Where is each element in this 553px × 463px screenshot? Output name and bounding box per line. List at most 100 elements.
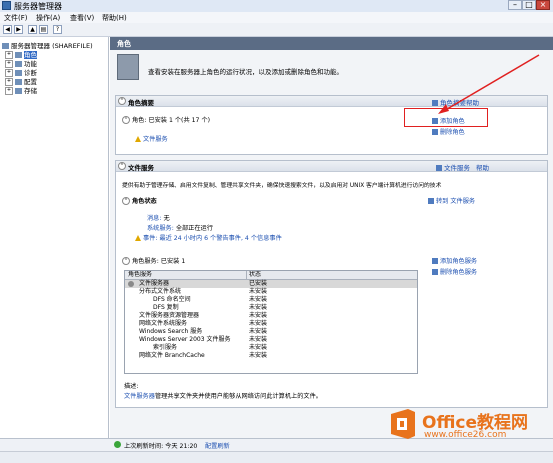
bottom-strip [0, 451, 553, 463]
expand-icon[interactable]: + [5, 87, 13, 95]
warning-icon [135, 136, 141, 142]
file-services-header[interactable]: ⌃ 文件服务 文件服务 帮助 [116, 161, 547, 172]
refresh-icon [114, 441, 121, 448]
roles-large-icon [117, 54, 139, 80]
table-row[interactable]: 分布式文件系统 未安装 [125, 288, 417, 296]
table-row[interactable]: 索引服务 未安装 [125, 344, 417, 352]
file-services-title: 文件服务 [128, 164, 154, 172]
tree-item-configuration[interactable]: + 配置 [5, 76, 37, 86]
installed-role-service-icon [128, 281, 134, 287]
warning-icon [135, 235, 141, 241]
role-service-status: 未安装 [249, 336, 268, 343]
close-button[interactable]: × [536, 0, 550, 10]
watermark-url: www.office26.com [424, 430, 507, 440]
table-row[interactable]: 网络文件系统服务 未安装 [125, 320, 417, 328]
add-role-services-link[interactable]: 添加角色服务 [432, 256, 477, 265]
menu-help[interactable]: 帮助(H) [102, 13, 127, 23]
table-row[interactable]: DFS 复制 未安装 [125, 304, 417, 312]
table-header: 角色服务 状态 [125, 271, 417, 280]
description-label: 描述: [124, 383, 139, 390]
storage-icon [15, 88, 22, 94]
messages-row: 消息: 无 [147, 215, 170, 222]
up-folder-icon[interactable]: ▲ [28, 25, 37, 34]
pane-header: 角色 [110, 37, 553, 50]
remove-role-services-icon [432, 269, 438, 275]
table-row[interactable]: 网络文件 BranchCache 未安装 [125, 352, 417, 360]
office-logo-icon [391, 409, 415, 439]
role-status-title: ⌃ 角色状态 [122, 197, 157, 205]
file-services-help-link[interactable]: 帮助 [476, 162, 489, 172]
tree-item-roles[interactable]: + 角色 [5, 49, 37, 59]
role-service-name: 索引服务 [153, 344, 178, 351]
role-service-name: DFS 命名空间 [153, 296, 191, 303]
role-service-status: 已安装 [249, 280, 268, 287]
role-service-name: Windows Server 2003 文件服务 [139, 336, 231, 343]
role-service-name: DFS 复制 [153, 304, 179, 311]
roles-count: ⌃ 角色: 已安装 1 个(共 17 个) [122, 116, 211, 124]
last-refresh-label: 上次刷新时间: 今天 21:20 [124, 443, 198, 450]
system-services-row: 系统服务: 全部正在运行 [147, 225, 213, 232]
installed-role-file-services[interactable]: 文件服务 [135, 134, 168, 143]
role-service-status: 未安装 [249, 288, 268, 295]
menu-action[interactable]: 操作(A) [36, 13, 60, 23]
file-services-link[interactable]: 文件服务 [436, 162, 470, 172]
file-services-icon [436, 165, 442, 171]
pane-description: 查看安装在服务器上角色的运行状况，以及添加或删除角色和功能。 [148, 68, 343, 76]
table-row[interactable]: DFS 命名空间 未安装 [125, 296, 417, 304]
server-manager-icon [2, 1, 11, 10]
navigation-tree [0, 37, 109, 451]
role-services-title: ⌃ 角色服务: 已安装 1 [122, 257, 186, 265]
role-service-status: 未安装 [249, 296, 268, 303]
collapse-icon[interactable]: ⌃ [122, 116, 130, 124]
tree-item-storage[interactable]: + 存储 [5, 85, 37, 95]
role-services-table: 角色服务 状态 文件服务器 已安装 分布式文件系统 未安装 DFS 命名空间 未安装 DFS… [124, 270, 418, 374]
role-service-name: 分布式文件系统 [139, 288, 182, 295]
role-service-name: 文件服务器 [139, 280, 170, 287]
column-header-status[interactable]: 状态 [246, 271, 261, 279]
role-service-name: 文件服务器资源管理器 [139, 312, 200, 319]
collapse-icon[interactable]: ⌃ [118, 162, 126, 170]
add-role-services-icon [432, 258, 438, 264]
role-service-status: 未安装 [249, 304, 268, 311]
goto-file-services-link[interactable]: 转到 文件服务 [428, 196, 475, 205]
role-service-status: 未安装 [249, 352, 268, 359]
menu-view[interactable]: 查看(V) [70, 13, 94, 23]
file-services-description: 提供有助于管理存储、启用文件复制、管理共享文件夹，确保快速搜索文件，以及启用对 … [122, 183, 442, 189]
tree-item-features[interactable]: + 功能 [5, 58, 37, 68]
table-row[interactable]: 文件服务器 已安装 [125, 280, 417, 288]
remove-role-services-link[interactable]: 删除角色服务 [432, 267, 477, 276]
help-icon[interactable]: ? [53, 25, 62, 34]
column-header-role-service[interactable]: 角色服务 [128, 271, 152, 279]
watermark-logo: Office教程网 www.office26.com [388, 404, 548, 444]
events-row: 事件: 最近 24 小时内 6 个警告事件, 4 个信息事件 [135, 233, 282, 242]
maximize-button[interactable]: □ [522, 0, 536, 10]
role-service-name: 网络文件系统服务 [139, 320, 188, 327]
minimize-button[interactable]: – [508, 0, 522, 10]
role-service-name: Windows Search 服务 [139, 328, 203, 335]
forward-arrow-icon[interactable]: ▶ [14, 25, 23, 34]
window-title: 服务器管理器 [14, 2, 62, 11]
description-text: 文件服务器管理共享文件夹并使用户能够从网络访问此计算机上的文件。 [124, 393, 322, 400]
tree-root[interactable]: 服务器管理器 (SHAREFILE) [2, 40, 93, 50]
role-service-status: 未安装 [249, 328, 268, 335]
back-arrow-icon[interactable]: ◀ [3, 25, 12, 34]
collapse-icon[interactable]: ⌃ [122, 257, 130, 265]
role-service-status: 未安装 [249, 344, 268, 351]
role-service-status: 未安装 [249, 320, 268, 327]
configure-refresh-link[interactable]: 配置刷新 [205, 441, 230, 450]
collapse-icon[interactable]: ⌃ [122, 197, 130, 205]
annotation-highlight-box [404, 108, 488, 127]
goto-icon [428, 198, 434, 204]
toolbar: ◀ ▶ ▲ ▤ ? [0, 23, 553, 37]
roles-summary-title: 角色摘要 [128, 99, 154, 107]
show-tree-icon[interactable]: ▤ [39, 25, 48, 34]
role-service-name: 网络文件 BranchCache [139, 352, 205, 359]
menu-file[interactable]: 文件(F) [4, 13, 28, 23]
tree-item-diagnostics[interactable]: + 诊断 [5, 67, 37, 77]
table-row[interactable]: Windows Search 服务 未安装 [125, 328, 417, 336]
collapse-icon[interactable]: ⌃ [118, 97, 126, 105]
table-row[interactable]: 文件服务器资源管理器 未安装 [125, 312, 417, 320]
title-bar: 服务器管理器 – □ × [0, 0, 553, 12]
table-row[interactable]: Windows Server 2003 文件服务 未安装 [125, 336, 417, 344]
role-service-status: 未安装 [249, 312, 268, 319]
